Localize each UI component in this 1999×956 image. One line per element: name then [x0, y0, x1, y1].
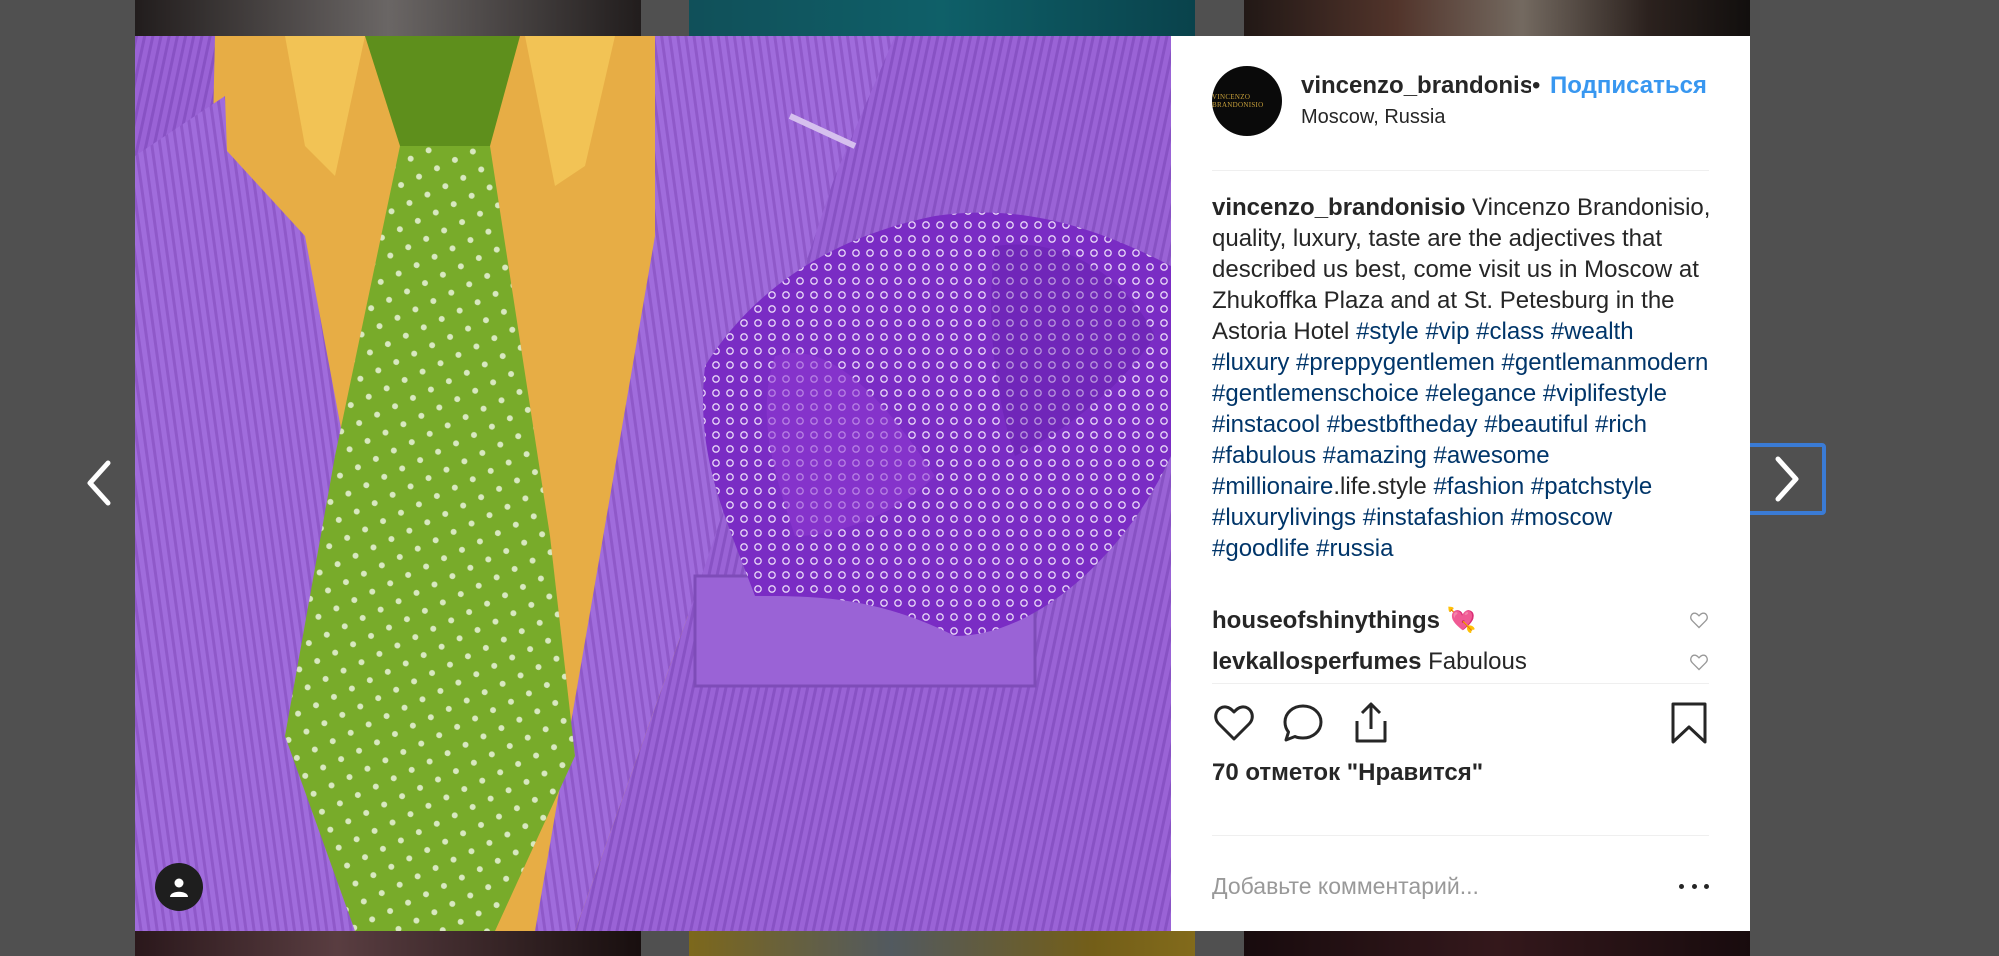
caption-plain-text: .life.style [1333, 473, 1427, 500]
hashtag-link[interactable]: #class [1476, 318, 1544, 345]
hashtag-link[interactable]: #fashion [1433, 473, 1524, 500]
comment-username-link[interactable]: levkallosperfumes [1212, 648, 1421, 675]
more-dot [1704, 883, 1709, 889]
follow-button[interactable]: Подписаться [1550, 72, 1709, 100]
hashtag-link[interactable]: #bestbftheday [1327, 411, 1478, 438]
comment-item: levkallosperfumes Fabulous [1212, 648, 1709, 676]
comment-form [1212, 835, 1709, 932]
comment-input[interactable] [1212, 866, 1642, 906]
hashtag-link[interactable]: #viplifestyle [1543, 380, 1667, 407]
post-details-panel: VINCENZO BRANDONISIO vincenzo_brandonisi… [1171, 36, 1750, 931]
location-link[interactable]: Moscow, Russia [1301, 106, 1446, 129]
avatar-logo: VINCENZO BRANDONISIO [1212, 93, 1264, 109]
bookmark-icon[interactable] [1667, 701, 1711, 745]
header-username-link[interactable]: vincenzo_brandonisio [1301, 72, 1531, 100]
likes-count[interactable]: 70 отметок "Нравится" [1212, 759, 1483, 787]
comment-heart-icon[interactable] [1689, 652, 1709, 672]
heart-icon[interactable] [1212, 701, 1256, 745]
hashtag-link[interactable]: #luxury [1212, 349, 1289, 376]
hashtag-link[interactable]: #instafashion [1363, 504, 1504, 531]
hashtag-link[interactable]: #elegance [1425, 380, 1536, 407]
next-post-button[interactable] [1746, 443, 1826, 515]
user-icon [170, 878, 188, 897]
post-modal: VINCENZO BRANDONISIO vincenzo_brandonisi… [135, 36, 1750, 931]
tagged-users-button[interactable] [155, 863, 203, 911]
post-header: VINCENZO BRANDONISIO vincenzo_brandonisi… [1212, 36, 1709, 171]
hashtag-link[interactable]: #vip [1425, 318, 1469, 345]
hashtag-link[interactable]: #russia [1316, 535, 1393, 562]
comment-text: Fabulous [1428, 648, 1527, 675]
more-dot [1679, 883, 1684, 889]
share-icon[interactable] [1349, 701, 1393, 745]
photo-illustration [135, 36, 1171, 931]
hashtag-link[interactable]: #luxurylivings [1212, 504, 1356, 531]
more-dot [1691, 883, 1697, 889]
previous-post-button[interactable] [68, 448, 132, 518]
comment-item: houseofshinythings 💘 [1212, 606, 1709, 635]
comment-text: 💘 [1446, 607, 1477, 634]
hashtag-link[interactable]: #style [1356, 318, 1419, 345]
avatar[interactable]: VINCENZO BRANDONISIO [1212, 66, 1282, 136]
hashtag-link[interactable]: #wealth [1551, 318, 1634, 345]
hashtag-link[interactable]: #millionaire [1212, 473, 1333, 500]
more-icon[interactable] [1679, 874, 1709, 898]
hashtag-link[interactable]: #gentlemenschoice [1212, 380, 1419, 407]
comment-username-link[interactable]: houseofshinythings [1212, 607, 1440, 634]
comment-icon[interactable] [1281, 701, 1325, 745]
chevron-right-icon [1775, 456, 1799, 502]
hashtag-link[interactable]: #preppygentlemen [1296, 349, 1495, 376]
hashtag-link[interactable]: #rich [1595, 411, 1647, 438]
caption-username-link[interactable]: vincenzo_brandonisio [1212, 194, 1465, 221]
chevron-left-icon [87, 460, 111, 506]
hashtag-link[interactable]: #instacool [1212, 411, 1320, 438]
hashtag-link[interactable]: #amazing [1323, 442, 1427, 469]
hashtag-link[interactable]: #goodlife [1212, 535, 1309, 562]
hashtag-link[interactable]: #moscow [1511, 504, 1612, 531]
post-photo[interactable] [135, 36, 1171, 931]
hashtag-link[interactable]: #beautiful [1484, 411, 1588, 438]
comment-heart-icon[interactable] [1689, 610, 1709, 630]
hashtag-link[interactable]: #awesome [1434, 442, 1550, 469]
separator-dot: • [1532, 72, 1541, 99]
hashtag-link[interactable]: #fabulous [1212, 442, 1316, 469]
post-caption: vincenzo_brandonisio Vincenzo Brandonisi… [1212, 192, 1712, 564]
actions-divider [1212, 683, 1709, 684]
hashtag-link[interactable]: #patchstyle [1531, 473, 1652, 500]
hashtag-link[interactable]: #gentlemanmodern [1502, 349, 1709, 376]
